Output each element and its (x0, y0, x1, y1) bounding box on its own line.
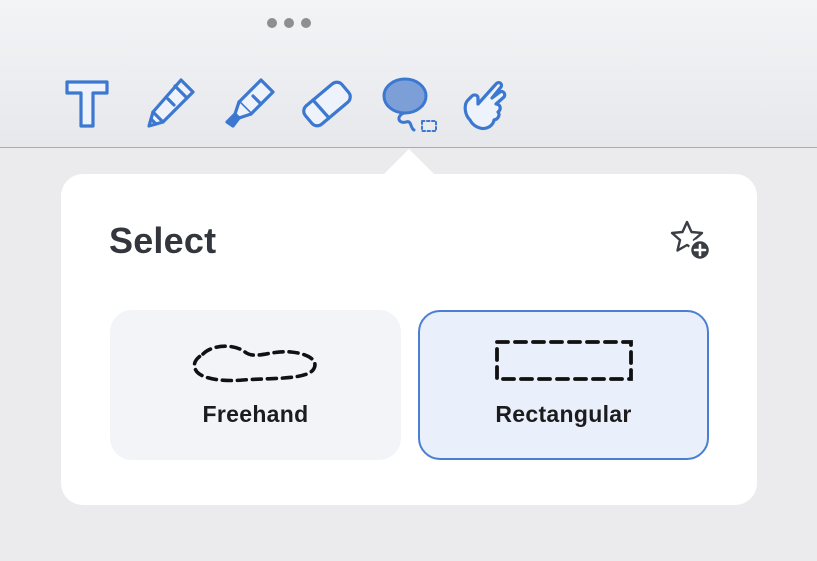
dot (267, 18, 277, 28)
popover-arrow (383, 147, 435, 175)
dot (301, 18, 311, 28)
pencil-icon (147, 78, 195, 128)
popover-title: Select (109, 220, 217, 261)
hand-touch-icon (463, 80, 507, 131)
dot (284, 18, 294, 28)
lasso-tool-button[interactable] (378, 74, 438, 134)
freehand-lasso-icon (110, 338, 401, 390)
highlighter-icon (225, 78, 275, 128)
star-plus-icon (670, 220, 712, 262)
eraser-tool-button[interactable] (297, 74, 357, 134)
rectangular-label: Rectangular (495, 401, 632, 427)
rectangular-option[interactable]: Rectangular (418, 310, 709, 460)
rectangle-select-icon (420, 338, 707, 390)
freehand-option[interactable]: Freehand (110, 310, 401, 460)
add-favorite-button[interactable] (669, 218, 713, 262)
touch-tool-button[interactable] (456, 74, 516, 134)
lasso-select-icon (382, 77, 437, 132)
text-icon (65, 80, 109, 128)
pencil-tool-button[interactable] (141, 74, 201, 134)
highlighter-tool-button[interactable] (219, 74, 279, 134)
freehand-label: Freehand (202, 401, 309, 427)
more-options-handle[interactable] (267, 18, 313, 30)
eraser-icon (302, 80, 352, 128)
toolbar (0, 0, 817, 148)
text-tool-button[interactable] (57, 74, 117, 134)
select-popover: Select Freehand Rectangular (61, 174, 757, 505)
